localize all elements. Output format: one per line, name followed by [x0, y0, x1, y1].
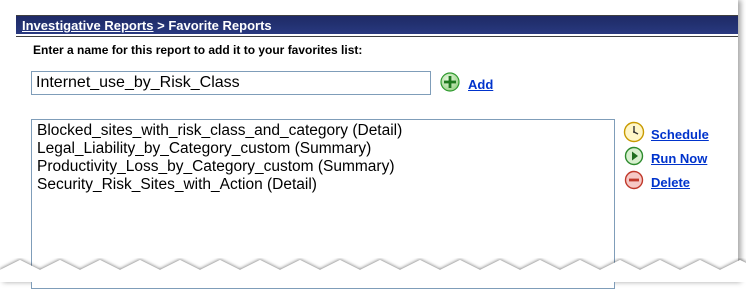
breadcrumb: Investigative Reports > Favorite Reports [22, 17, 272, 35]
favorite-name-input[interactable] [31, 71, 431, 95]
delete-icon [623, 169, 645, 196]
add-favorite-button[interactable]: Add [440, 71, 493, 97]
favorite-list-item[interactable]: Legal_Liability_by_Category_custom (Summ… [32, 140, 614, 158]
torn-edge-decoration [0, 260, 746, 282]
schedule-link[interactable]: Schedule [651, 127, 709, 142]
clock-icon [623, 121, 645, 148]
favorite-actions: Schedule Run Now Delete [623, 121, 709, 196]
add-link[interactable]: Add [468, 77, 493, 92]
favorite-list-item[interactable]: Productivity_Loss_by_Category_custom (Su… [32, 158, 614, 176]
breadcrumb-current: Favorite Reports [168, 18, 272, 33]
favorite-list-item[interactable]: Blocked_sites_with_risk_class_and_catego… [32, 122, 614, 140]
favorite-reports-panel: Investigative Reports > Favorite Reports… [0, 0, 738, 289]
delete-link[interactable]: Delete [651, 175, 690, 190]
play-icon [623, 145, 645, 172]
schedule-button[interactable]: Schedule [623, 121, 709, 148]
add-plus-icon [440, 71, 460, 97]
run-now-link[interactable]: Run Now [651, 151, 707, 166]
favorite-name-prompt: Enter a name for this report to add it t… [33, 43, 363, 57]
breadcrumb-separator: > [153, 18, 169, 33]
favorite-list-item[interactable]: Security_Risk_Sites_with_Action (Detail) [32, 176, 614, 194]
breadcrumb-link-investigative-reports[interactable]: Investigative Reports [22, 18, 154, 33]
delete-button[interactable]: Delete [623, 169, 709, 196]
run-now-button[interactable]: Run Now [623, 145, 709, 172]
breadcrumb-bar: Investigative Reports > Favorite Reports [16, 15, 738, 37]
